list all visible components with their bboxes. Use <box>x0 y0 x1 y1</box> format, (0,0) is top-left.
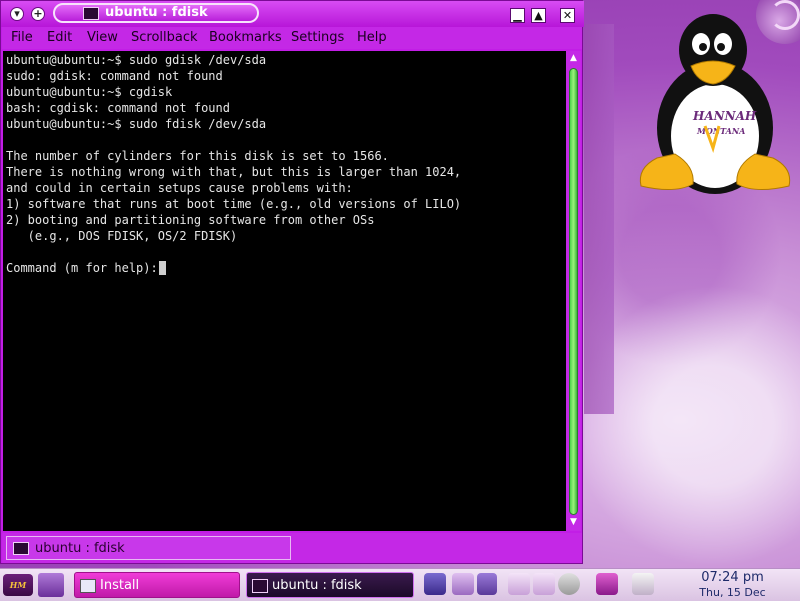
task-label: Install <box>100 578 140 593</box>
scroll-up-icon[interactable]: ▲ <box>568 53 579 64</box>
terminal-line: and could in certain setups cause proble… <box>6 181 353 195</box>
terminal-icon <box>83 7 99 20</box>
close-button[interactable]: ✕ <box>560 8 575 23</box>
terminal-icon <box>13 542 29 555</box>
home-folder-icon[interactable] <box>38 573 64 597</box>
installer-icon <box>80 579 96 593</box>
desktop-window-shadow <box>584 24 614 414</box>
terminal-line: 2) booting and partitioning software fro… <box>6 213 375 227</box>
mascot-logo-text: HANNAH <box>692 109 757 123</box>
vertical-scrollbar[interactable]: ▲ ▼ <box>566 51 581 531</box>
mascot-logo-text-2: MONTANA <box>696 126 745 136</box>
pager-desktop-3-icon[interactable] <box>477 573 497 595</box>
session-tab-label: ubuntu : fdisk <box>35 541 125 556</box>
terminal-cursor <box>159 261 166 275</box>
terminal-prompt-line: Command (m for help): <box>6 261 165 275</box>
window-titlebar[interactable]: ▾ + ubuntu : fdisk ▁ ▲ ✕ <box>1 1 584 27</box>
clock-date: Thu, 15 Dec <box>699 586 766 599</box>
terminal-line: ubuntu@ubuntu:~$ cgdisk <box>6 85 173 99</box>
terminal-output[interactable]: ubuntu@ubuntu:~$ sudo gdisk /dev/sda sud… <box>3 51 566 531</box>
task-label: ubuntu : fdisk <box>272 578 362 593</box>
start-menu-button[interactable]: HM <box>3 574 33 596</box>
terminal-line: The number of cylinders for this disk is… <box>6 149 389 163</box>
desktop-pager-icon[interactable] <box>424 573 446 595</box>
terminal-line: ubuntu@ubuntu:~$ sudo gdisk /dev/sda <box>6 53 267 67</box>
update-notifier-icon[interactable] <box>632 573 654 595</box>
pager-desktop-2-icon[interactable] <box>452 573 474 595</box>
window-sticky-icon[interactable]: + <box>31 7 45 21</box>
task-install[interactable]: Install <box>74 572 240 598</box>
menu-edit[interactable]: Edit <box>47 30 72 45</box>
menu-settings[interactable]: Settings <box>291 30 344 45</box>
menu-scrollback[interactable]: Scrollback <box>131 30 198 45</box>
scroll-down-icon[interactable]: ▼ <box>568 517 579 528</box>
terminal-line: ubuntu@ubuntu:~$ sudo fdisk /dev/sda <box>6 117 267 131</box>
menubar: File Edit View Scrollback Bookmarks Sett… <box>2 27 582 49</box>
minimize-button[interactable]: ▁ <box>510 8 525 23</box>
maximize-button[interactable]: ▲ <box>531 8 546 23</box>
session-tabbar: ubuntu : fdisk <box>2 533 582 563</box>
disk-icon[interactable] <box>558 573 580 595</box>
clock-time: 07:24 pm <box>701 570 764 585</box>
task-terminal[interactable]: ubuntu : fdisk <box>246 572 414 598</box>
menu-bookmarks[interactable]: Bookmarks <box>209 30 282 45</box>
scrollbar-thumb[interactable] <box>569 68 578 515</box>
network-icon[interactable] <box>596 573 618 595</box>
session-tab[interactable]: ubuntu : fdisk <box>6 536 291 560</box>
clipboard-icon[interactable] <box>508 573 530 595</box>
clock[interactable]: 07:24 pm Thu, 15 Dec <box>690 570 775 599</box>
terminal-line: There is nothing wrong with that, but th… <box>6 165 462 179</box>
tux-mascot-image: HANNAH MONTANA <box>639 14 791 194</box>
volume-icon[interactable] <box>533 573 555 595</box>
terminal-icon <box>252 579 268 593</box>
menu-help[interactable]: Help <box>357 30 387 45</box>
terminal-line: 1) software that runs at boot time (e.g.… <box>6 197 462 211</box>
terminal-window: ▾ + ubuntu : fdisk ▁ ▲ ✕ File Edit View … <box>0 0 584 564</box>
terminal-line: bash: cgdisk: command not found <box>6 101 230 115</box>
window-menu-icon[interactable]: ▾ <box>10 7 24 21</box>
terminal-line: sudo: gdisk: command not found <box>6 69 223 83</box>
menu-view[interactable]: View <box>87 30 118 45</box>
menu-file[interactable]: File <box>11 30 33 45</box>
window-title-pill: ubuntu : fdisk <box>53 3 259 23</box>
window-title: ubuntu : fdisk <box>105 5 208 20</box>
terminal-line: (e.g., DOS FDISK, OS/2 FDISK) <box>6 229 238 243</box>
taskbar: HM Install ubuntu : fdisk 07:24 pm Thu, … <box>0 568 800 601</box>
